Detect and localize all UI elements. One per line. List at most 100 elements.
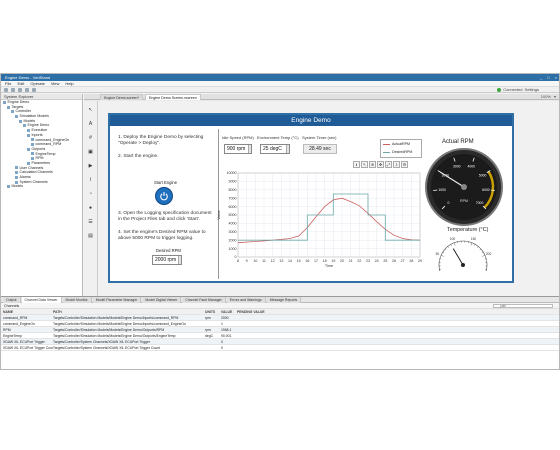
spinner-icon[interactable] xyxy=(286,145,289,153)
col-value[interactable]: VALUE xyxy=(221,309,237,314)
col-path[interactable]: PATH xyxy=(53,309,205,314)
start-engine-button[interactable] xyxy=(155,187,173,205)
legend-swatch xyxy=(383,143,390,145)
zoom-fit-icon[interactable]: ⤢ xyxy=(385,161,392,168)
cursor-icon[interactable]: ↖ xyxy=(87,107,94,114)
save-icon[interactable] xyxy=(18,87,22,92)
x-tick-label: 19 xyxy=(331,259,335,263)
maximize-button[interactable]: □ xyxy=(547,74,549,81)
table-cell xyxy=(237,345,267,350)
tab-extras: 100% ▾ xyxy=(541,94,556,100)
gauge-tick-label: 0 xyxy=(447,201,449,205)
settings-label[interactable]: Settings xyxy=(525,87,539,93)
step-2: 2. Start the engine. xyxy=(118,154,159,159)
chart-legend: ActualRPM DesiredRPM xyxy=(380,139,422,158)
button-icon[interactable]: ▣ xyxy=(87,149,94,156)
col-units[interactable]: UNITS xyxy=(205,309,221,314)
tree-node-icon xyxy=(27,133,30,137)
minimize-button[interactable]: _ xyxy=(540,74,542,81)
list-icon[interactable]: ☰ xyxy=(87,219,94,226)
spinner-icon[interactable] xyxy=(248,145,251,153)
menu-operate[interactable]: Operate xyxy=(30,81,44,86)
tab-engine-demo-screen[interactable]: Engine Demo.screen* xyxy=(100,94,143,100)
new-icon[interactable] xyxy=(4,87,8,92)
y-tick-label: 6000 xyxy=(229,205,237,209)
cursor-icon[interactable]: ↖ xyxy=(361,161,368,168)
channel-table: NAME PATH UNITS VALUE PENDING VALUE comm… xyxy=(1,309,559,351)
open-icon[interactable] xyxy=(11,87,15,92)
zoom-icon[interactable]: ⊕ xyxy=(369,161,376,168)
pan-icon[interactable]: ✥ xyxy=(377,161,384,168)
desired-rpm-field[interactable]: 2000 rpm xyxy=(152,255,182,265)
graph-icon[interactable]: ⌇ xyxy=(87,177,94,184)
temp-tick xyxy=(444,248,447,251)
spinner-icon[interactable] xyxy=(178,256,181,264)
pause-icon[interactable]: ‖ xyxy=(353,161,360,168)
x-tick-label: 8 xyxy=(237,259,239,263)
table-cell: 1968.1 xyxy=(221,328,232,332)
y-tick-label: 4000 xyxy=(229,222,237,226)
window-title: Engine Demo - VeriStand xyxy=(5,75,51,80)
system-explorer: System Explorer Engine Demo Targets Contro… xyxy=(1,94,83,296)
main-toolbar: Connected Settings xyxy=(1,87,559,93)
y-tick-label: 5000 xyxy=(229,213,237,217)
gauge-icon[interactable]: ◔ xyxy=(87,191,94,198)
channels-dropdown[interactable]: Channels xyxy=(4,304,19,308)
tree-item[interactable]: Models xyxy=(1,184,82,189)
tree-node-icon xyxy=(15,171,18,175)
y-tick-label: 7000 xyxy=(229,196,237,200)
close-button[interactable]: × xyxy=(555,74,557,81)
temp-tick xyxy=(474,244,476,246)
y-tick-label: 2000 xyxy=(229,238,237,242)
table-cell: Targets/Controller/System Channels/XDAW … xyxy=(53,340,150,344)
step-3: 3. Open the Logging specification docume… xyxy=(118,211,212,222)
tab-engine-demo-vscreen[interactable]: Engine Demo Screen.vscreen xyxy=(144,94,201,100)
temp-tick-label: 50 xyxy=(436,252,440,256)
play-icon[interactable]: ▶ xyxy=(87,163,94,170)
settings-icon[interactable]: ⚙ xyxy=(401,161,408,168)
deploy-icon[interactable] xyxy=(25,87,29,92)
legend-desired-label: DesiredRPM xyxy=(392,150,413,154)
table-row[interactable]: XDAW XIL ECUPort Trigger Count Targets/Co… xyxy=(1,345,559,351)
image-icon[interactable]: ▤ xyxy=(87,233,94,240)
connection-status: Connected Settings xyxy=(497,87,539,93)
table-cell: Targets/Controller/Simulation Models/Mod… xyxy=(53,334,176,338)
table-cell: 90.001 xyxy=(221,334,232,338)
export-icon[interactable]: ⇩ xyxy=(393,161,400,168)
bottom-pane: Output Channel Data Viewer Model Monitor… xyxy=(1,296,559,369)
tree-node-icon xyxy=(15,175,18,179)
table-cell xyxy=(205,321,221,326)
col-pending-value[interactable]: PENDING VALUE xyxy=(237,309,267,314)
x-tick-label: 15 xyxy=(297,259,301,263)
zoom-level[interactable]: 100% xyxy=(541,94,551,100)
numeric-icon[interactable]: # xyxy=(87,135,94,142)
table-cell: 0 xyxy=(221,340,223,344)
env-temp-value: 25 degC xyxy=(263,146,282,152)
tree-node-icon xyxy=(31,143,34,147)
idle-speed-field[interactable]: 900 rpm xyxy=(224,144,252,154)
temp-tick xyxy=(450,244,452,246)
menu-help[interactable]: Help xyxy=(65,81,73,86)
indicator-icon[interactable]: ● xyxy=(87,205,94,212)
chevron-down-icon[interactable]: ▾ xyxy=(554,94,556,100)
connection-label: Connected xyxy=(503,87,523,92)
undeploy-icon[interactable] xyxy=(32,87,36,92)
menu-edit[interactable]: Edit xyxy=(17,81,24,86)
menu-view[interactable]: View xyxy=(51,81,60,86)
text-icon[interactable]: A xyxy=(87,121,94,128)
tree-list: Engine Demo Targets Controller Simulation M… xyxy=(1,100,82,189)
temp-tick-label: 150 xyxy=(471,237,477,241)
x-axis-label: Time xyxy=(325,264,333,268)
x-tick-label: 26 xyxy=(392,259,396,263)
table-cell: Targets/Controller/Simulation Models/Mod… xyxy=(53,322,186,326)
env-temp-field[interactable]: 25 degC xyxy=(260,144,290,154)
x-tick-label: 16 xyxy=(305,259,309,263)
filter-input[interactable]: path xyxy=(493,304,553,308)
col-name[interactable]: NAME xyxy=(1,309,53,314)
rpm-gauge-title: Actual RPM xyxy=(442,139,474,145)
menu-file[interactable]: File xyxy=(5,81,11,86)
y-tick-label: 1000 xyxy=(229,247,237,251)
engine-demo-panel: Engine Demo 1. Deploy the Engine Demo by… xyxy=(108,113,514,283)
gauge-tick-label: 4000 xyxy=(467,165,475,169)
temp-tick xyxy=(447,246,449,248)
